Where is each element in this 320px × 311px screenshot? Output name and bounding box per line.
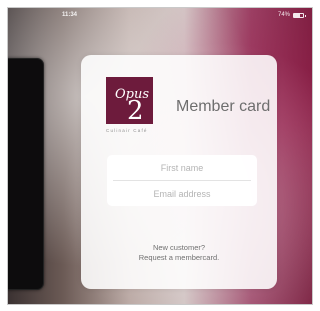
- signin-form: [107, 155, 257, 206]
- email-field[interactable]: [107, 181, 257, 206]
- battery-icon: [293, 12, 306, 18]
- first-name-field[interactable]: [107, 155, 257, 180]
- status-indicators: 74%: [277, 8, 306, 22]
- status-time: 11:34: [62, 12, 78, 18]
- status-bar: 11:34 74%: [8, 8, 312, 22]
- logo-number: 2: [127, 96, 144, 124]
- logo-tagline: Culinair Café: [106, 128, 148, 133]
- opus2-logo: Opus 2: [106, 77, 153, 124]
- device-screen: 11:34 74% Opus 2 Culinair Café Member ca…: [7, 7, 313, 305]
- logo-mark: Opus 2: [106, 77, 153, 124]
- new-customer-text: New customer?: [152, 243, 206, 252]
- battery-percentage: 74%: [277, 12, 290, 18]
- request-membercard-text: Request a membercard.: [138, 253, 220, 262]
- member-card-panel: Opus 2 Culinair Café Member card New cus…: [81, 55, 277, 289]
- page-title: Member card: [176, 98, 271, 115]
- screenshot-frame: 11:34 74% Opus 2 Culinair Café Member ca…: [0, 0, 320, 311]
- previous-card-preview[interactable]: [8, 58, 44, 290]
- request-membercard-link[interactable]: New customer? Request a membercard.: [81, 243, 277, 263]
